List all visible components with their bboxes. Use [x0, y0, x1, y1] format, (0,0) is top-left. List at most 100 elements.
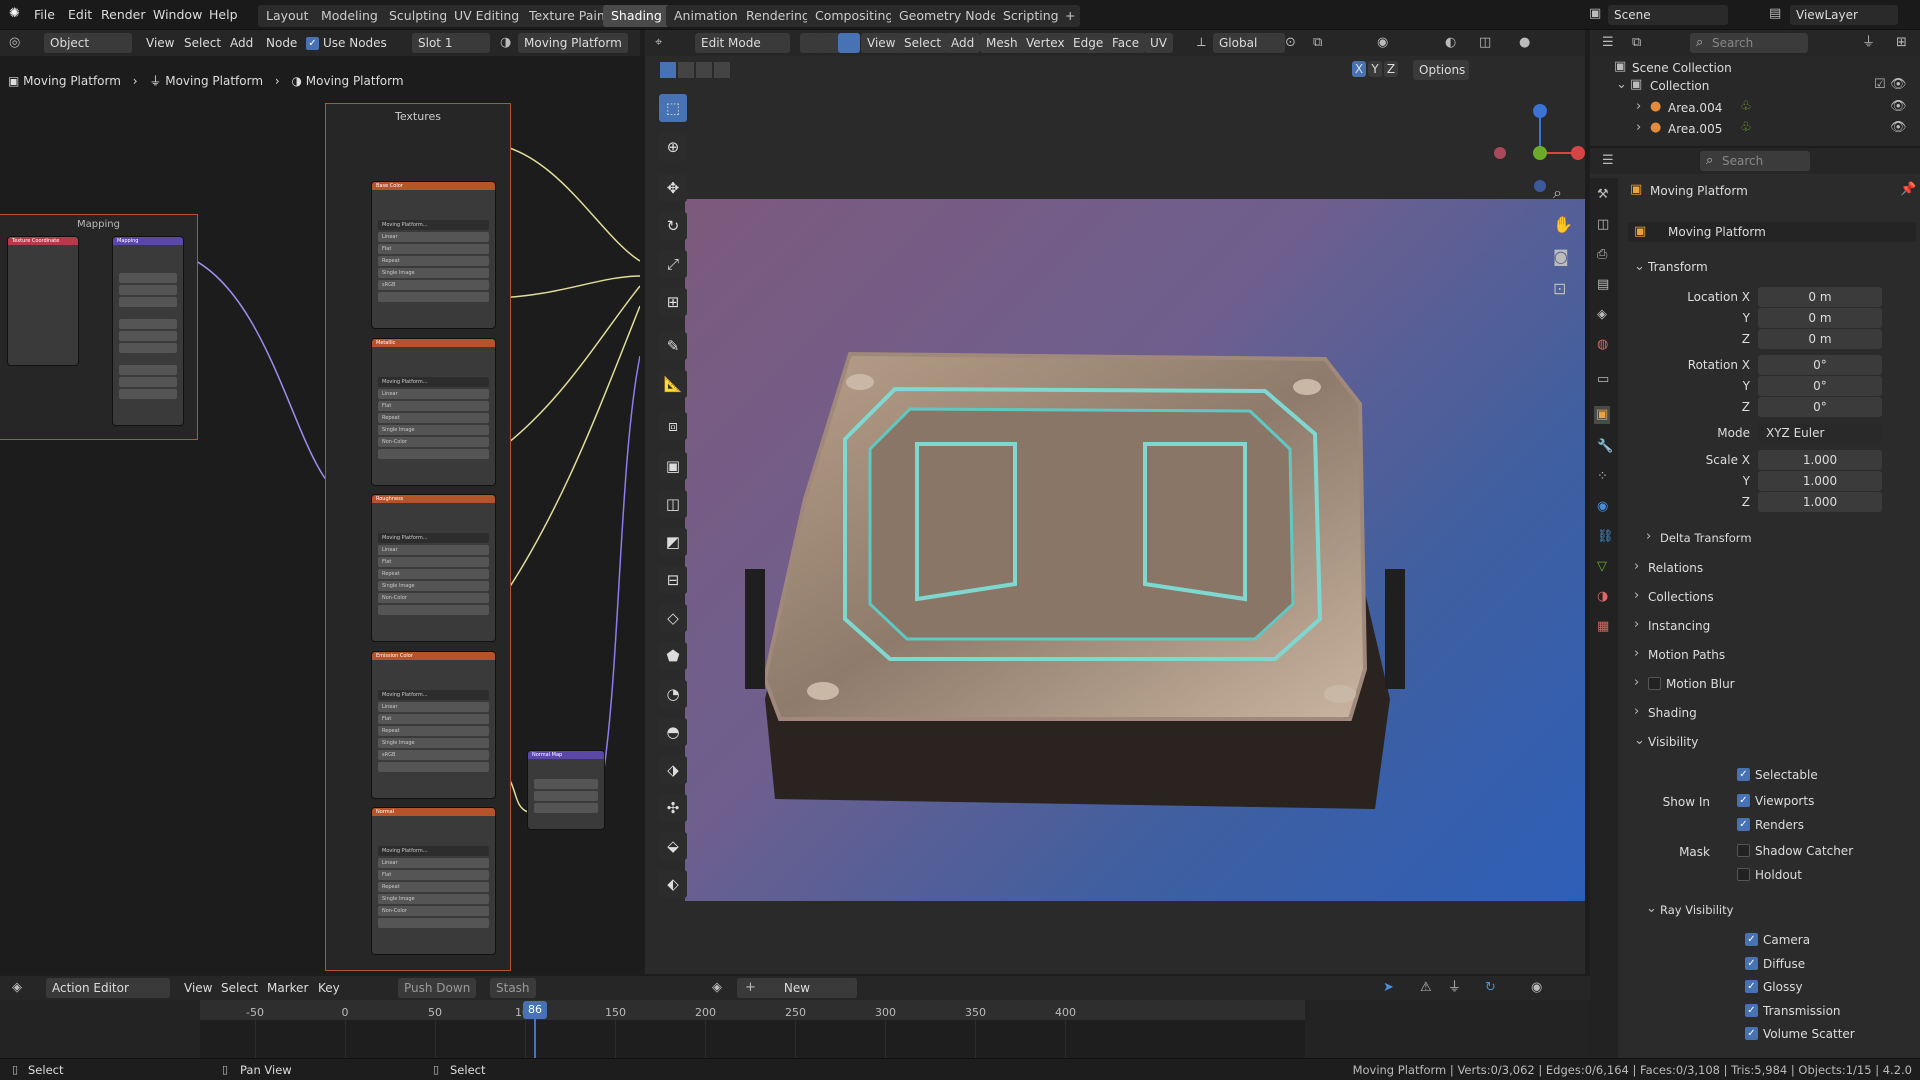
section-instancing[interactable]: Instancing	[1648, 619, 1710, 633]
renders-checkbox[interactable]: ✓	[1737, 818, 1750, 831]
image-texture-node[interactable]: Emission Color Moving Platform... Linear…	[371, 651, 496, 799]
extension-select[interactable]: Repeat	[378, 569, 489, 579]
section-relations[interactable]: Relations	[1648, 561, 1703, 575]
timeline-ruler[interactable]	[200, 1000, 1305, 1020]
pivot-icon[interactable]: ⊙	[1285, 36, 1296, 50]
rotation-x-field[interactable]: 0°	[1758, 355, 1882, 375]
lock-icon[interactable]: ⊡	[1553, 281, 1566, 297]
extrude-tool[interactable]: ▣	[659, 452, 687, 480]
normal-map-row[interactable]	[534, 791, 598, 801]
menu-window[interactable]: Window	[153, 7, 202, 22]
chevron-down-icon[interactable]: ⌄	[1634, 734, 1645, 748]
checkbox-icon[interactable]: ☑	[1874, 78, 1886, 92]
image-selector[interactable]: Moving Platform...	[378, 533, 489, 543]
add-cube-tool[interactable]: ⧈	[659, 412, 687, 440]
menu-face[interactable]: Face	[1106, 33, 1146, 53]
menu-uv[interactable]: UV	[1144, 33, 1173, 53]
pin-icon[interactable]: 📌	[1900, 183, 1916, 197]
particles-tab-icon[interactable]: ⁘	[1597, 470, 1608, 484]
viewport-area[interactable]: Options X Y Z ⌕ ✋ ◙ ⊡	[645, 56, 1585, 974]
menu-mesh[interactable]: Mesh	[980, 33, 1024, 53]
interpolation-select[interactable]: Linear	[378, 858, 489, 868]
section-shading[interactable]: Shading	[1648, 706, 1697, 720]
proportional-edit-icon[interactable]: ◉	[1377, 36, 1388, 50]
mirror-x-toggle[interactable]: X	[1352, 61, 1366, 77]
editor-type-icon[interactable]: ◎	[9, 36, 20, 50]
colorspace-select[interactable]: sRGB	[378, 280, 489, 290]
navigation-gizmo[interactable]	[1490, 96, 1590, 206]
texture-coordinate-node[interactable]: Texture Coordinate	[7, 236, 79, 366]
orientation-select[interactable]: Global	[1213, 33, 1285, 53]
rotation-z-field[interactable]: 0°	[1758, 397, 1882, 417]
bevel-tool[interactable]: ◩	[659, 528, 687, 556]
properties-type-icon[interactable]: ☰	[1602, 154, 1614, 168]
chevron-down-icon[interactable]: ⌄	[1634, 260, 1645, 274]
measure-tool[interactable]: 📐	[659, 370, 687, 398]
location-z-field[interactable]: 0 m	[1758, 329, 1882, 349]
menu-edge[interactable]: Edge	[1067, 33, 1110, 53]
use-nodes-checkbox[interactable]: ✓	[306, 37, 319, 50]
section-collections[interactable]: Collections	[1648, 590, 1714, 604]
scale-y-field[interactable]: 1.000	[1758, 471, 1882, 491]
extension-select[interactable]: Repeat	[378, 413, 489, 423]
alpha-select[interactable]	[378, 762, 489, 772]
projection-select[interactable]: Flat	[378, 870, 489, 880]
section-motion-paths[interactable]: Motion Paths	[1648, 648, 1725, 662]
rotation-y-field[interactable]: 0°	[1758, 376, 1882, 396]
slot-select[interactable]: Slot 1	[412, 33, 490, 53]
spin-tool[interactable]: ◔	[659, 680, 687, 708]
interpolation-select[interactable]: Linear	[378, 545, 489, 555]
xray-icon[interactable]: ◫	[1479, 36, 1491, 50]
source-select[interactable]: Single Image	[378, 581, 489, 591]
delta-transform-header[interactable]: Delta Transform	[1660, 531, 1752, 545]
filter-icon[interactable]: ⏚	[1862, 36, 1875, 50]
chevron-right-icon[interactable]: ›	[1646, 530, 1651, 544]
section-motion-blur[interactable]: Motion Blur	[1666, 677, 1735, 691]
chevron-right-icon[interactable]: ›	[1634, 705, 1639, 719]
menu-select[interactable]: Select	[184, 36, 221, 50]
shading-icon[interactable]: ●	[1519, 36, 1530, 50]
image-selector[interactable]: Moving Platform...	[378, 377, 489, 387]
chevron-right-icon[interactable]: ›	[1634, 618, 1639, 632]
projection-select[interactable]: Flat	[378, 714, 489, 724]
colorspace-select[interactable]: Non-Color	[378, 906, 489, 916]
menu-select[interactable]: Select	[221, 981, 258, 995]
warning-icon[interactable]: ⚠	[1420, 981, 1432, 995]
location-x-field[interactable]: 0 m	[1758, 287, 1882, 307]
interpolation-select[interactable]: Linear	[378, 232, 489, 242]
outliner-search-input[interactable]: Search	[1690, 33, 1808, 53]
image-texture-node[interactable]: Metallic Moving Platform... Linear Flat …	[371, 338, 496, 486]
chevron-right-icon[interactable]: ›	[1636, 100, 1641, 114]
mapping-row[interactable]	[119, 297, 177, 307]
properties-search-input[interactable]: Search	[1700, 151, 1810, 171]
collection-label[interactable]: Collection	[1650, 79, 1709, 93]
menu-select[interactable]: Select	[898, 33, 948, 53]
tab-animation[interactable]: Animation	[666, 5, 746, 27]
transform-tool[interactable]: ⊞	[659, 288, 687, 316]
snap-icon[interactable]: ⧉	[1313, 36, 1322, 50]
projection-select[interactable]: Flat	[378, 244, 489, 254]
outliner-type-icon[interactable]: ☰	[1602, 36, 1614, 50]
mapping-row[interactable]	[119, 389, 177, 399]
knife-tool[interactable]: ◇	[659, 604, 687, 632]
action-editor-select[interactable]: Action Editor	[46, 978, 170, 998]
rotate-tool[interactable]: ↻	[659, 212, 687, 240]
smooth-tool[interactable]: ◓	[659, 718, 687, 746]
menu-node[interactable]: Node	[266, 36, 297, 50]
light-data-icon[interactable]: ♧	[1740, 100, 1752, 114]
normal-map-row[interactable]	[534, 803, 598, 813]
location-y-field[interactable]: 0 m	[1758, 308, 1882, 328]
alpha-select[interactable]	[378, 918, 489, 928]
mapping-row[interactable]	[119, 319, 177, 329]
tab-compositing[interactable]: Compositing	[807, 5, 902, 27]
source-select[interactable]: Single Image	[378, 268, 489, 278]
alpha-select[interactable]	[378, 449, 489, 459]
image-selector[interactable]: Moving Platform...	[378, 846, 489, 856]
image-texture-node[interactable]: Roughness Moving Platform... Linear Flat…	[371, 494, 496, 642]
interpolation-icon[interactable]: ↻	[1485, 981, 1496, 995]
projection-select[interactable]: Flat	[378, 401, 489, 411]
mapping-node[interactable]: Mapping	[112, 236, 184, 426]
mirror-y-toggle[interactable]: Y	[1368, 61, 1382, 77]
shrink-fatten-tool[interactable]: ✣	[659, 794, 687, 822]
shadow-catcher-checkbox[interactable]	[1737, 844, 1750, 857]
